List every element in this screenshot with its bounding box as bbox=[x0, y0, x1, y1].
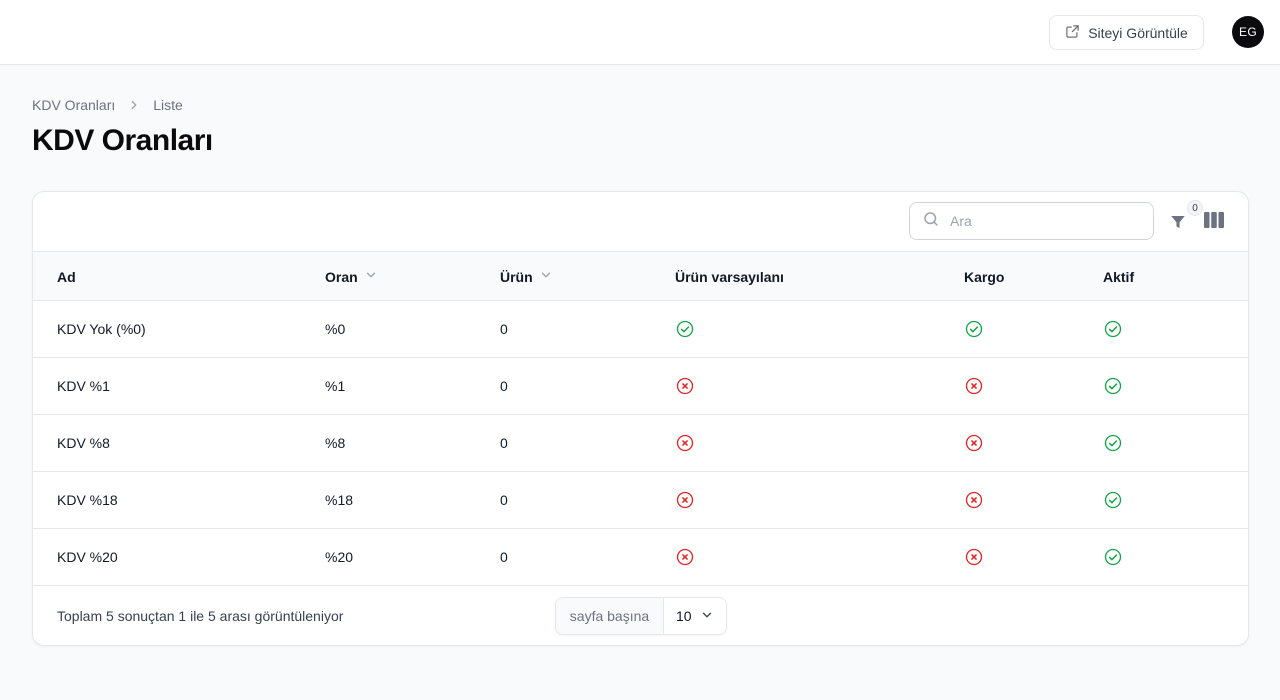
cell-ad: KDV Yok (%0) bbox=[57, 321, 146, 337]
x-circle-icon bbox=[964, 472, 984, 528]
chevron-down-icon bbox=[700, 608, 714, 625]
avatar[interactable]: EG bbox=[1232, 16, 1264, 48]
x-circle-icon bbox=[964, 415, 984, 471]
column-header-kargo-label: Kargo bbox=[964, 268, 1005, 285]
table-toolbar: 0 bbox=[33, 192, 1248, 252]
cell-ad: KDV %1 bbox=[57, 378, 110, 394]
pagination-summary: Toplam 5 sonuçtan 1 ile 5 arası görüntül… bbox=[57, 608, 344, 624]
chevron-down-icon bbox=[539, 268, 553, 285]
cell-urun: 0 bbox=[500, 492, 508, 508]
column-header-urun-varsayilani-label: Ürün varsayılanı bbox=[675, 268, 784, 285]
x-circle-icon bbox=[964, 358, 984, 414]
check-circle-icon bbox=[964, 301, 984, 357]
column-header-ad-label: Ad bbox=[57, 268, 76, 285]
columns-toggle-button[interactable] bbox=[1204, 211, 1224, 231]
page-title: KDV Oranları bbox=[32, 124, 213, 157]
table-row[interactable]: KDV %20 %20 0 bbox=[33, 529, 1248, 586]
cell-oran: %20 bbox=[325, 549, 354, 565]
top-bar: Siteyi Görüntüle EG bbox=[0, 0, 1280, 65]
chevron-down-icon bbox=[364, 268, 378, 285]
search-icon bbox=[922, 210, 940, 233]
breadcrumb-item-liste: Liste bbox=[153, 97, 183, 113]
table-header: Ad Oran Ürün Ürün varsayılanı Kargo Akti… bbox=[33, 252, 1248, 301]
cell-urun: 0 bbox=[500, 321, 508, 337]
per-page-value: 10 bbox=[676, 608, 692, 624]
per-page-selector: sayfa başına 10 bbox=[555, 597, 727, 635]
column-header-aktif: Aktif bbox=[1103, 252, 1134, 301]
table-footer: Toplam 5 sonuçtan 1 ile 5 arası görüntül… bbox=[33, 586, 1248, 645]
check-circle-icon bbox=[1103, 472, 1123, 528]
external-link-icon bbox=[1065, 24, 1080, 42]
table-row[interactable]: KDV %18 %18 0 bbox=[33, 472, 1248, 529]
column-header-oran-label: Oran bbox=[325, 268, 358, 285]
check-circle-icon bbox=[1103, 301, 1123, 357]
table-row[interactable]: KDV %1 %1 0 bbox=[33, 358, 1248, 415]
column-header-ad: Ad bbox=[57, 252, 76, 301]
chevron-right-icon bbox=[127, 98, 141, 112]
per-page-label: sayfa başına bbox=[556, 598, 664, 634]
check-circle-icon bbox=[675, 301, 695, 357]
breadcrumb: KDV Oranları Liste bbox=[32, 97, 183, 113]
cell-urun: 0 bbox=[500, 549, 508, 565]
breadcrumb-item-kdv-oranlari[interactable]: KDV Oranları bbox=[32, 97, 115, 113]
x-circle-icon bbox=[675, 358, 695, 414]
column-header-kargo: Kargo bbox=[964, 252, 1004, 301]
check-circle-icon bbox=[1103, 415, 1123, 471]
x-circle-icon bbox=[675, 415, 695, 471]
table-body: KDV Yok (%0) %0 0 KDV %1 %1 0 KDV %8 %8 … bbox=[33, 301, 1248, 586]
columns-icon bbox=[1204, 211, 1224, 229]
check-circle-icon bbox=[1103, 358, 1123, 414]
column-header-urun-varsayilani: Ürün varsayılanı bbox=[675, 252, 784, 301]
view-site-button[interactable]: Siteyi Görüntüle bbox=[1049, 15, 1204, 50]
x-circle-icon bbox=[964, 529, 984, 585]
filter-count-badge: 0 bbox=[1187, 200, 1203, 216]
column-header-aktif-label: Aktif bbox=[1103, 268, 1135, 285]
cell-urun: 0 bbox=[500, 435, 508, 451]
cell-urun: 0 bbox=[500, 378, 508, 394]
per-page-select[interactable]: 10 bbox=[664, 608, 726, 625]
search-input[interactable] bbox=[950, 213, 1130, 229]
cell-ad: KDV %20 bbox=[57, 549, 118, 565]
table-row[interactable]: KDV Yok (%0) %0 0 bbox=[33, 301, 1248, 358]
column-header-oran[interactable]: Oran bbox=[325, 252, 378, 301]
table-card: 0 Ad Oran Ürün Ürün varsayılanı Kargo Ak… bbox=[32, 191, 1249, 646]
search-box[interactable] bbox=[909, 202, 1154, 240]
cell-oran: %8 bbox=[325, 435, 346, 451]
cell-oran: %0 bbox=[325, 321, 346, 337]
view-site-label: Siteyi Görüntüle bbox=[1088, 24, 1188, 41]
column-header-urun[interactable]: Ürün bbox=[500, 252, 553, 301]
filter-icon bbox=[1169, 213, 1189, 231]
filter-button[interactable] bbox=[1169, 210, 1189, 232]
x-circle-icon bbox=[675, 472, 695, 528]
x-circle-icon bbox=[675, 529, 695, 585]
table-row[interactable]: KDV %8 %8 0 bbox=[33, 415, 1248, 472]
cell-oran: %18 bbox=[325, 492, 354, 508]
cell-oran: %1 bbox=[325, 378, 346, 394]
cell-ad: KDV %8 bbox=[57, 435, 110, 451]
check-circle-icon bbox=[1103, 529, 1123, 585]
column-header-urun-label: Ürün bbox=[500, 268, 533, 285]
cell-ad: KDV %18 bbox=[57, 492, 118, 508]
